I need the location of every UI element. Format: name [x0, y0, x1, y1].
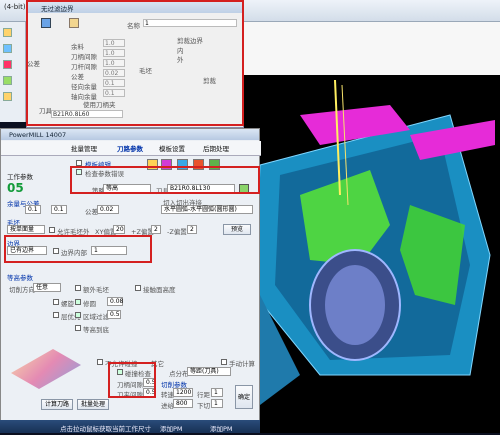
highlight-box [26, 0, 244, 126]
points-select[interactable]: 等距(刀具) [187, 367, 231, 376]
tool-icon[interactable] [3, 92, 12, 101]
z-minus-label: -Z偏置 [167, 228, 187, 236]
feed-input[interactable]: 800 [173, 399, 193, 408]
template-number: 05 [7, 181, 24, 195]
left-toolbar [0, 22, 26, 122]
contact-label: 接触面高度 [143, 286, 176, 294]
contour-group-label: 等高参数 [7, 274, 33, 282]
taskbar: 点击拉动鼠标获取当前工作尺寸 添加PM 添加PM [0, 420, 260, 433]
main-dialog-title: PowerMILL 14007 [9, 131, 67, 139]
tab-toolpath[interactable]: 刀路参数 [117, 143, 143, 153]
preview-button[interactable]: 预览 [223, 224, 251, 235]
area-filter-label: 区域过滤 [83, 313, 109, 321]
rows-input[interactable]: 1 [211, 388, 223, 397]
cut-direction-label: 切削方向 [9, 286, 35, 294]
workspace-header [240, 22, 500, 75]
tolerance-input[interactable]: 0.02 [97, 205, 119, 214]
depth-input[interactable]: 1 [211, 399, 223, 408]
highlight-box [70, 166, 260, 194]
blank-select[interactable]: 按单面量 [7, 225, 45, 234]
recover-check[interactable] [75, 325, 81, 331]
allowance-radial[interactable]: 0.1 [25, 205, 41, 214]
trim-check[interactable] [75, 299, 81, 305]
calculate-button[interactable]: 计算刀路 [41, 399, 73, 410]
trim-input[interactable]: 0.08 [107, 297, 123, 306]
spiral-check[interactable] [53, 299, 59, 305]
depth-label: 下切 [197, 402, 210, 410]
main-dialog-titlebar: PowerMILL 14007 [1, 129, 259, 140]
tool-icon[interactable] [3, 76, 12, 85]
tool-icon[interactable] [3, 60, 12, 69]
taskbar-item[interactable]: 点击拉动鼠标获取当前工作尺寸 [60, 423, 151, 433]
work-param-label: 工作参数 [7, 173, 33, 181]
allowance-axial[interactable]: 0.1 [51, 205, 67, 214]
spiral-label: 螺旋 [61, 300, 74, 308]
taskbar-item[interactable]: 添加PM [160, 423, 183, 433]
apply-button[interactable]: 确定 [235, 385, 253, 409]
rows-label: 行距 [197, 391, 210, 399]
area-filter-input[interactable]: 0.5 [107, 310, 121, 319]
inout-select[interactable]: 水平圆弧-水平圆弧(圆形圆) [161, 205, 253, 214]
highlight-box [4, 235, 152, 263]
3d-viewport[interactable] [240, 75, 500, 433]
no-collision-check[interactable] [97, 359, 103, 365]
window-title: (4-bit) [4, 3, 26, 11]
z-minus-input[interactable]: 2 [187, 225, 197, 234]
tab-post[interactable]: 后期处理 [203, 143, 229, 153]
extra-blank-label: 额外毛坯 [83, 286, 109, 294]
tab-batch[interactable]: 批量管理 [71, 143, 97, 153]
tabstrip: 批量管理 刀路参数 模板设置 后期处理 [1, 141, 261, 156]
extra-blank-check[interactable] [75, 285, 81, 291]
allowance-check[interactable] [49, 227, 55, 233]
highlight-box [108, 362, 156, 398]
tool-icon[interactable] [3, 28, 12, 37]
cut-direction-select[interactable]: 任意 [33, 283, 61, 292]
manual-check[interactable] [221, 359, 227, 365]
speed-input[interactable]: 1200 [173, 388, 193, 397]
taskbar-item[interactable]: 添加PM [210, 423, 233, 433]
z-plus-input[interactable]: 2 [151, 225, 161, 234]
area-filter-check[interactable] [75, 312, 81, 318]
manual-label: 手动计算 [229, 360, 255, 368]
xy-offset-input[interactable]: 20 [113, 225, 125, 234]
tool-icon[interactable] [3, 44, 12, 53]
recover-label: 等高到底 [83, 326, 109, 334]
contact-check[interactable] [135, 285, 141, 291]
preview-thumbnail [11, 349, 81, 389]
batch-button[interactable]: 批量处理 [77, 399, 109, 410]
trim-label: 修圆 [83, 300, 96, 308]
points-label: 点分布 [169, 370, 189, 378]
step-priority-check[interactable] [53, 312, 59, 318]
model-view-svg [254, 79, 495, 405]
tab-template[interactable]: 模板设置 [159, 143, 185, 153]
